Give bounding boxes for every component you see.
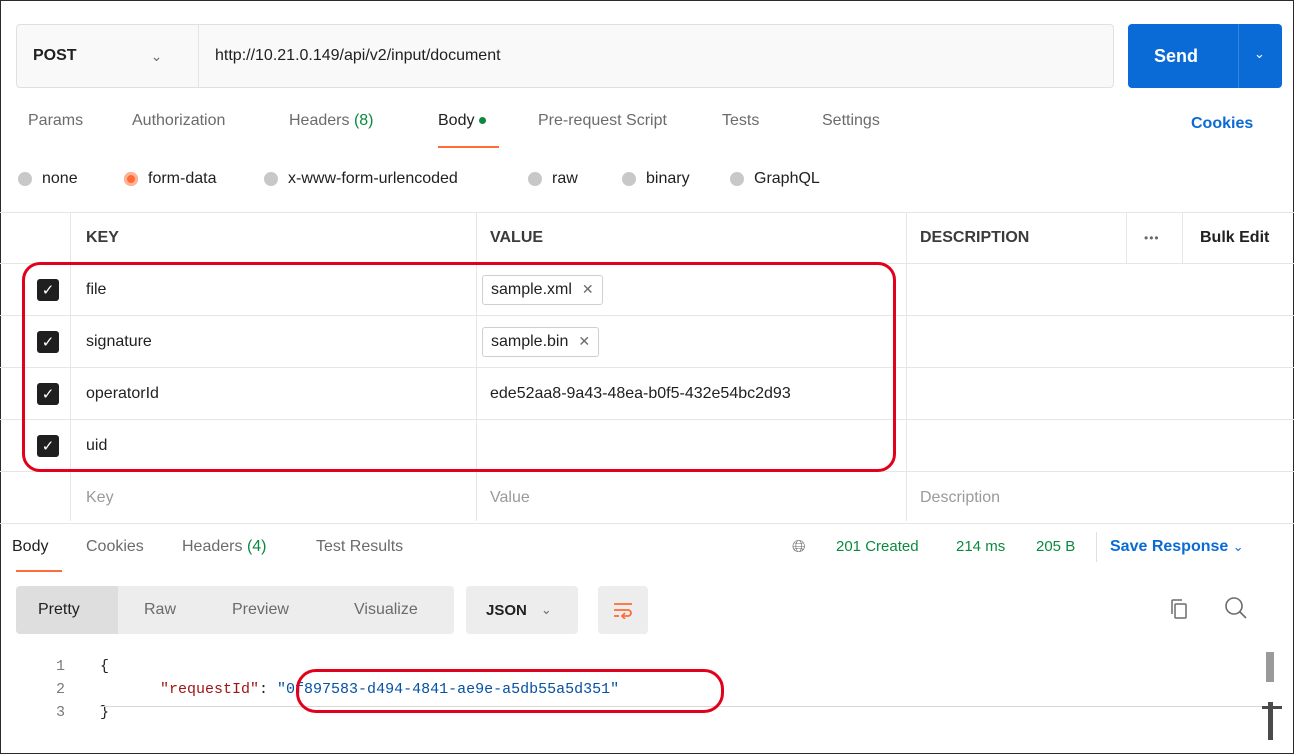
- json-key: "requestId": [160, 681, 260, 698]
- resp-tab-test-results[interactable]: Test Results: [316, 538, 403, 556]
- table-header-row: KEY VALUE DESCRIPTION ••• Bulk Edit: [0, 212, 1294, 264]
- tab-headers[interactable]: Headers (8): [289, 112, 374, 130]
- tab-body-label: Body: [438, 112, 475, 129]
- tab-headers-label: Headers: [289, 112, 350, 129]
- column-header-value: VALUE: [490, 229, 544, 246]
- format-toggle-group: Pretty Raw Preview Visualize: [16, 586, 454, 634]
- chevron-down-icon: ⌄: [1232, 539, 1244, 554]
- radio-label: binary: [646, 170, 690, 187]
- radio-binary[interactable]: binary: [622, 170, 690, 188]
- format-preview[interactable]: Preview: [232, 586, 289, 634]
- status-code[interactable]: 201 Created: [836, 538, 919, 555]
- save-response-button[interactable]: Save Response ⌄: [1110, 538, 1244, 556]
- key-placeholder[interactable]: Key: [86, 472, 114, 523]
- send-button[interactable]: Send ⌄: [1128, 24, 1282, 88]
- radio-label: GraphQL: [754, 170, 820, 187]
- tab-settings[interactable]: Settings: [822, 112, 880, 130]
- scrollbar-marker: [1262, 706, 1282, 709]
- radio-circle-icon: [730, 172, 744, 186]
- radio-label: form-data: [148, 170, 217, 187]
- headers-count: (8): [353, 112, 374, 129]
- divider: [1096, 532, 1097, 562]
- resp-tab-cookies[interactable]: Cookies: [86, 538, 144, 556]
- radio-x-www-form-urlencoded[interactable]: x-www-form-urlencoded: [264, 170, 458, 188]
- response-active-tab-indicator: [16, 570, 62, 572]
- description-placeholder[interactable]: Description: [920, 472, 1000, 523]
- resp-headers-count: (4): [246, 538, 267, 555]
- column-header-description: DESCRIPTION: [920, 229, 1030, 246]
- bulk-edit-button[interactable]: Bulk Edit: [1200, 213, 1269, 263]
- copy-icon[interactable]: [1170, 598, 1188, 620]
- radio-circle-icon: [18, 172, 32, 186]
- resp-tab-headers-label: Headers: [182, 538, 243, 555]
- format-visualize[interactable]: Visualize: [354, 586, 418, 634]
- radio-none[interactable]: none: [18, 170, 78, 188]
- tab-params[interactable]: Params: [28, 112, 83, 130]
- language-select[interactable]: JSON ⌄: [466, 586, 578, 634]
- radio-label: raw: [552, 170, 578, 187]
- annotation-highlight-rows: [22, 262, 896, 472]
- resp-tab-headers[interactable]: Headers (4): [182, 538, 267, 556]
- json-colon: :: [259, 681, 278, 698]
- radio-graphql[interactable]: GraphQL: [730, 170, 820, 188]
- format-pretty[interactable]: Pretty: [16, 586, 118, 634]
- value-placeholder[interactable]: Value: [490, 472, 530, 523]
- annotation-highlight-requestid: [296, 669, 724, 713]
- method-label: POST: [33, 47, 77, 64]
- cookies-link[interactable]: Cookies: [1191, 115, 1253, 133]
- tab-authorization[interactable]: Authorization: [132, 112, 225, 130]
- request-bar: POST ⌄ http://10.21.0.149/api/v2/input/d…: [16, 24, 1114, 88]
- active-tab-indicator: [438, 146, 499, 148]
- chevron-down-icon[interactable]: ⌄: [1254, 46, 1265, 62]
- format-raw[interactable]: Raw: [144, 586, 176, 634]
- chevron-down-icon: ⌄: [540, 602, 552, 617]
- column-header-key: KEY: [86, 229, 119, 246]
- tab-tests[interactable]: Tests: [722, 112, 759, 130]
- radio-circle-icon: [528, 172, 542, 186]
- tab-body[interactable]: Body: [438, 112, 487, 130]
- tab-prerequest-script[interactable]: Pre-request Script: [538, 112, 667, 130]
- globe-icon[interactable]: 🌐︎: [792, 537, 806, 557]
- send-divider: [1238, 24, 1239, 88]
- table-row-new: Key Value Description: [0, 472, 1294, 524]
- radio-circle-icon: [622, 172, 636, 186]
- radio-form-data[interactable]: form-data: [124, 170, 216, 188]
- line-number: 1: [56, 658, 66, 675]
- radio-raw[interactable]: raw: [528, 170, 578, 188]
- code-open-brace: {: [100, 658, 110, 675]
- more-options-icon[interactable]: •••: [1144, 213, 1160, 263]
- radio-circle-icon: [264, 172, 278, 186]
- search-icon[interactable]: [1224, 596, 1248, 620]
- radio-selected-icon: [124, 172, 138, 186]
- method-select[interactable]: POST ⌄: [17, 25, 199, 87]
- send-label: Send: [1154, 45, 1199, 66]
- line-number: 3: [56, 704, 66, 721]
- line-number: 2: [56, 681, 66, 698]
- save-response-label: Save Response: [1110, 538, 1229, 555]
- wrap-lines-icon[interactable]: [598, 586, 648, 634]
- body-indicator-dot: [479, 117, 487, 125]
- response-time[interactable]: 214 ms: [956, 538, 1005, 555]
- language-label: JSON: [486, 601, 527, 619]
- url-input[interactable]: http://10.21.0.149/api/v2/input/document: [199, 47, 501, 65]
- radio-label: x-www-form-urlencoded: [288, 170, 458, 187]
- scrollbar-thumb[interactable]: [1266, 652, 1274, 682]
- radio-label: none: [42, 170, 78, 187]
- chevron-down-icon: ⌄: [150, 47, 163, 64]
- response-size[interactable]: 205 B: [1036, 538, 1075, 555]
- resp-tab-body[interactable]: Body: [12, 538, 48, 556]
